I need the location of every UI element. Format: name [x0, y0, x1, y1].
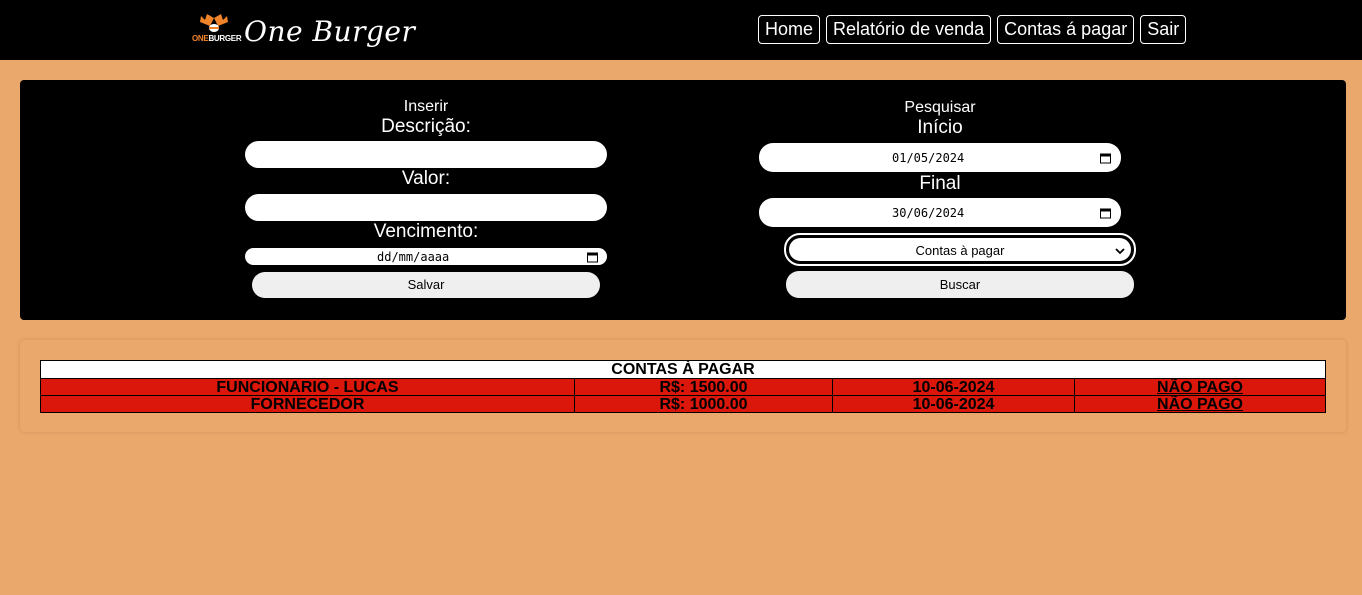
bill-status: NÃO PAGO	[1074, 395, 1326, 413]
bill-type-select[interactable]: Contas à pagar	[784, 233, 1136, 266]
search-title: Pesquisar	[904, 99, 976, 116]
main-nav: Home Relatório de venda Contas á pagar S…	[758, 15, 1187, 44]
value-input[interactable]	[245, 194, 607, 221]
description-label: Descrição:	[381, 116, 471, 137]
value-label: Valor:	[401, 168, 451, 189]
chevron-down-icon	[1115, 248, 1125, 255]
calendar-icon[interactable]	[587, 251, 598, 262]
logo-text-burger: BURGER	[208, 34, 242, 43]
bill-due-date: 10-06-2024	[832, 378, 1075, 396]
bills-table-title: CONTAS À PAGAR	[40, 360, 1326, 379]
description-input[interactable]	[245, 141, 607, 168]
start-date-value: 01/05/2024	[892, 150, 965, 165]
nav-sales-report[interactable]: Relatório de venda	[826, 15, 992, 44]
bill-due-date: 10-06-2024	[832, 395, 1075, 413]
logo-text-one: ONE	[192, 34, 209, 43]
table-row: FORNECEDOR R$: 1000.00 10-06-2024 NÃO PA…	[40, 395, 1326, 413]
bill-type-select-box: Contas à pagar	[788, 237, 1132, 262]
due-date-input[interactable]: dd/mm/aaaa	[245, 248, 607, 265]
search-button[interactable]: Buscar	[786, 271, 1134, 298]
nav-bills-payable[interactable]: Contas á pagar	[997, 15, 1135, 44]
brand-name: One Burger	[244, 14, 416, 48]
calendar-icon[interactable]	[1100, 152, 1111, 163]
mark-paid-link[interactable]: NÃO PAGO	[1157, 396, 1243, 413]
burger-logo-icon: ONEBURGER	[192, 14, 242, 48]
mark-paid-link[interactable]: NÃO PAGO	[1157, 379, 1243, 396]
start-date-input[interactable]: 01/05/2024	[759, 143, 1121, 172]
nav-logout[interactable]: Sair	[1140, 15, 1187, 44]
table-row: FUNCIONARIO - LUCAS R$: 1500.00 10-06-20…	[40, 378, 1326, 396]
bills-table: CONTAS À PAGAR FUNCIONARIO - LUCAS R$: 1…	[40, 360, 1326, 413]
insert-title: Inserir	[403, 98, 449, 115]
due-date-placeholder: dd/mm/aaaa	[377, 249, 450, 264]
end-date-value: 30/06/2024	[892, 205, 965, 220]
due-date-label: Vencimento:	[373, 221, 479, 242]
nav-home[interactable]: Home	[758, 15, 821, 44]
form-panel: Inserir Descrição: Valor: Vencimento: dd…	[20, 80, 1346, 320]
start-date-label: Início	[917, 117, 963, 138]
bill-value: R$: 1500.00	[574, 378, 833, 396]
top-navbar: ONEBURGER One Burger Home Relatório de v…	[0, 0, 1362, 60]
bill-type-selected: Contas à pagar	[915, 243, 1005, 258]
save-button[interactable]: Salvar	[252, 272, 600, 298]
end-date-input[interactable]: 30/06/2024	[759, 198, 1121, 227]
end-date-label: Final	[919, 173, 961, 194]
bill-value: R$: 1000.00	[574, 395, 833, 413]
bill-status: NÃO PAGO	[1074, 378, 1326, 396]
logo[interactable]: ONEBURGER One Burger	[192, 12, 415, 50]
calendar-icon[interactable]	[1100, 207, 1111, 218]
bills-list-panel: CONTAS À PAGAR FUNCIONARIO - LUCAS R$: 1…	[20, 340, 1346, 432]
bill-description: FUNCIONARIO - LUCAS	[40, 378, 575, 396]
bill-description: FORNECEDOR	[40, 395, 575, 413]
